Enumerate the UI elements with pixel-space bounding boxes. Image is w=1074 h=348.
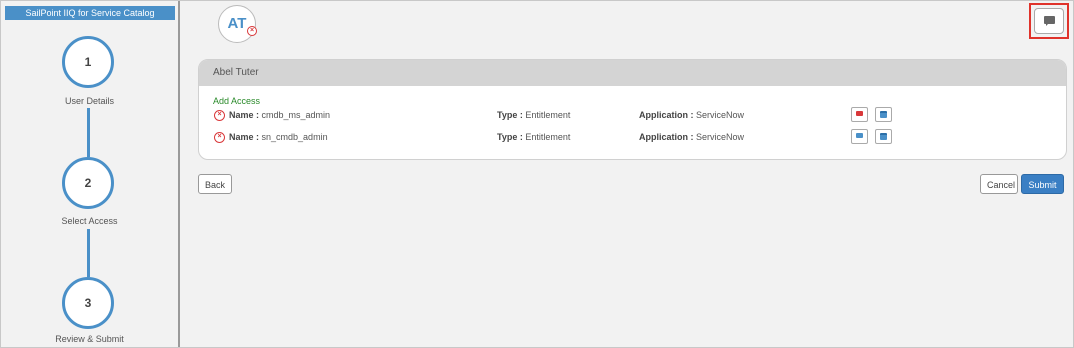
step-1-circle[interactable]: 1 — [62, 36, 114, 88]
remove-icon[interactable]: × — [247, 26, 257, 36]
comment-icon — [856, 111, 863, 116]
chat-button[interactable] — [1034, 8, 1064, 34]
access-row: × Name : cmdb_ms_admin Type : Entitlemen… — [199, 107, 1066, 124]
card-header-user-name: Abel Tuter — [199, 60, 1066, 86]
submit-button[interactable]: Submit — [1021, 174, 1064, 194]
chat-button-highlight — [1029, 3, 1069, 39]
user-avatar: AT — [218, 5, 256, 43]
sidebar-title: SailPoint IIQ for Service Catalog — [5, 6, 175, 20]
app-frame: SailPoint IIQ for Service Catalog 1 User… — [0, 0, 1074, 348]
access-type: Entitlement — [525, 132, 571, 142]
remove-icon[interactable]: × — [214, 110, 225, 121]
step-2-label: Select Access — [61, 216, 118, 226]
cancel-button[interactable]: Cancel — [980, 174, 1018, 194]
step-connector — [87, 108, 90, 157]
remove-icon[interactable]: × — [214, 132, 225, 143]
step-1-label: User Details — [64, 96, 114, 106]
comment-button[interactable] — [851, 107, 868, 122]
access-row: × Name : sn_cmdb_admin Type : Entitlemen… — [199, 129, 1066, 146]
access-name: sn_cmdb_admin — [261, 132, 328, 142]
access-application: ServiceNow — [696, 132, 745, 142]
step-2-circle[interactable]: 2 — [62, 157, 114, 209]
step-3-circle[interactable]: 3 — [62, 277, 114, 329]
step-3-label: Review & Submit — [55, 334, 124, 344]
access-name: cmdb_ms_admin — [261, 110, 331, 120]
calendar-button[interactable] — [875, 129, 892, 144]
add-access-label: Add Access — [213, 96, 261, 106]
calendar-button[interactable] — [875, 107, 892, 122]
access-type: Entitlement — [525, 110, 571, 120]
wizard-sidebar: SailPoint IIQ for Service Catalog 1 User… — [1, 1, 180, 347]
access-card: Abel Tuter Add Access × Name : cmdb_ms_a… — [198, 59, 1067, 160]
step-connector — [87, 229, 90, 277]
calendar-icon — [880, 133, 887, 140]
calendar-icon — [880, 111, 887, 118]
comment-button[interactable] — [851, 129, 868, 144]
back-button[interactable]: Back — [198, 174, 232, 194]
access-application: ServiceNow — [696, 110, 745, 120]
comment-icon — [856, 133, 863, 138]
